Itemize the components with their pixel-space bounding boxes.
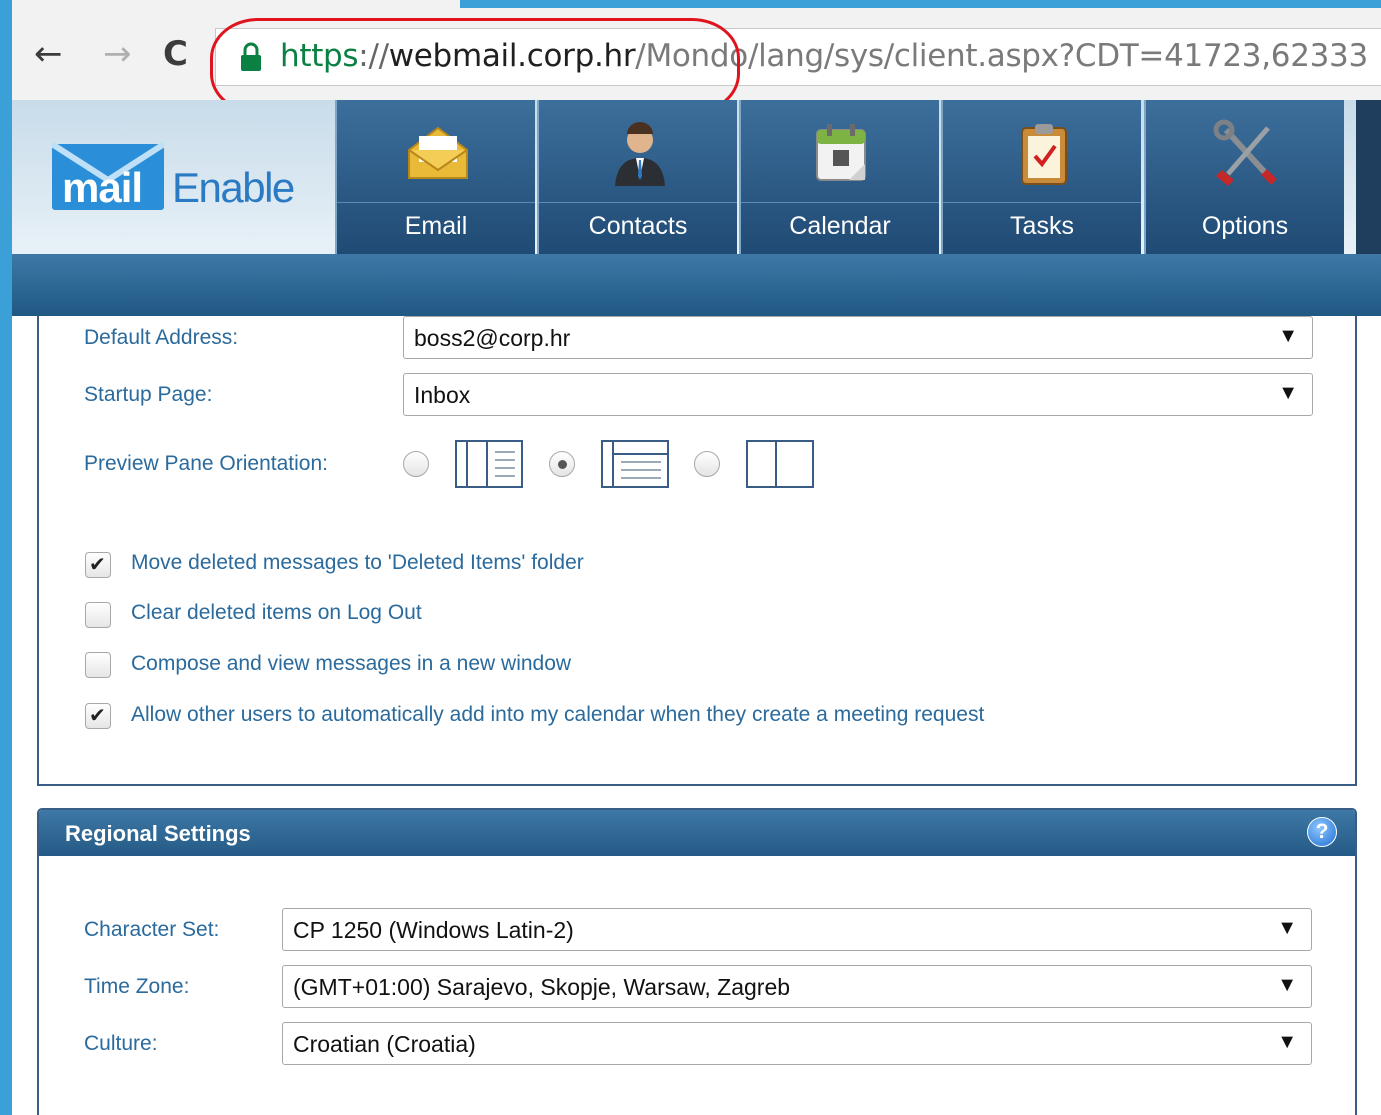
compose-new-window-label: Compose and view messages in a new windo… [131, 652, 572, 675]
culture-label: Culture: [84, 1032, 158, 1055]
dropdown-arrow-icon: ▼ [1278, 382, 1298, 404]
tab-calendar-label: Calendar [789, 212, 891, 240]
regional-settings-panel: Regional Settings ? Character Set: CP 12… [37, 808, 1357, 1115]
regional-settings-header: Regional Settings ? [39, 810, 1355, 856]
back-arrow-icon[interactable]: ← [34, 34, 63, 74]
preview-pane-label: Preview Pane Orientation: [84, 452, 328, 475]
tab-tasks[interactable]: Tasks [941, 100, 1141, 254]
dropdown-arrow-icon: ▼ [1278, 325, 1298, 347]
vertical-split-layout-icon[interactable] [455, 440, 523, 488]
time-zone-label: Time Zone: [84, 975, 190, 998]
tab-email[interactable]: Email [335, 100, 535, 254]
app-header: mail Enable Email Contacts Calendar Task… [12, 100, 1381, 254]
reload-icon[interactable]: C [163, 34, 188, 74]
general-options-panel: Default Address: boss2@corp.hr ▼ Startup… [37, 316, 1357, 786]
logo-mail-text: mail [62, 164, 143, 211]
tab-email-label: Email [404, 212, 468, 240]
forward-arrow-icon[interactable]: → [103, 34, 132, 74]
preview-vertical-radio[interactable] [403, 451, 429, 477]
window-title-strip [460, 0, 1381, 8]
character-set-select[interactable]: CP 1250 (Windows Latin-2) ▼ [282, 908, 1312, 951]
startup-page-value: Inbox [414, 382, 471, 408]
default-address-value: boss2@corp.hr [414, 325, 571, 351]
time-zone-value: (GMT+01:00) Sarajevo, Skopje, Warsaw, Za… [293, 974, 791, 1000]
tab-options[interactable]: Options [1144, 100, 1344, 254]
tab-tasks-label: Tasks [1010, 212, 1074, 240]
url-path: /Mondo/lang/sys/client.aspx?CDT=41723,62… [635, 38, 1368, 74]
window-edge [0, 0, 12, 1115]
clipboard-icon [1021, 124, 1067, 185]
character-set-label: Character Set: [84, 918, 220, 941]
regional-settings-title: Regional Settings [65, 821, 251, 846]
calendar-icon [816, 124, 866, 181]
subheader-band [12, 254, 1381, 316]
tab-contacts-label: Contacts [588, 212, 688, 240]
default-address-select[interactable]: boss2@corp.hr ▼ [403, 316, 1313, 359]
dropdown-arrow-icon: ▼ [1277, 1031, 1297, 1053]
dropdown-arrow-icon: ▼ [1277, 974, 1297, 996]
tab-divider [741, 202, 939, 203]
dropdown-arrow-icon: ▼ [1277, 917, 1297, 939]
tab-divider [337, 202, 535, 203]
logo-enable-text: Enable [172, 164, 295, 211]
person-icon [615, 122, 665, 186]
compose-new-window-checkbox[interactable] [85, 652, 111, 678]
time-zone-select[interactable]: (GMT+01:00) Sarajevo, Skopje, Warsaw, Za… [282, 965, 1312, 1008]
tab-divider [539, 202, 737, 203]
tab-divider [943, 202, 1141, 203]
no-preview-layout-icon[interactable] [746, 440, 814, 488]
startup-page-label: Startup Page: [84, 383, 213, 406]
default-address-label: Default Address: [84, 326, 239, 349]
tab-calendar[interactable]: Calendar [739, 100, 939, 254]
startup-page-select[interactable]: Inbox ▼ [403, 373, 1313, 416]
move-deleted-label: Move deleted messages to 'Deleted Items'… [131, 551, 584, 574]
envelope-icon [408, 126, 468, 179]
clear-deleted-checkbox[interactable] [85, 602, 111, 628]
header-edge [1356, 100, 1381, 254]
preview-none-radio[interactable] [694, 451, 720, 477]
culture-select[interactable]: Croatian (Croatia) ▼ [282, 1022, 1312, 1065]
help-icon[interactable]: ? [1307, 817, 1337, 847]
move-deleted-checkbox[interactable] [85, 552, 111, 578]
allow-calendar-add-checkbox[interactable] [85, 703, 111, 729]
character-set-value: CP 1250 (Windows Latin-2) [293, 917, 574, 943]
tools-icon [1213, 119, 1277, 186]
clear-deleted-label: Clear deleted items on Log Out [131, 601, 422, 624]
allow-calendar-add-label: Allow other users to automatically add i… [131, 703, 985, 726]
preview-horizontal-radio[interactable] [549, 451, 575, 477]
tab-options-label: Options [1201, 212, 1289, 240]
mailenable-logo[interactable]: mail Enable [52, 140, 322, 220]
horizontal-split-layout-icon[interactable] [601, 440, 669, 488]
culture-value: Croatian (Croatia) [293, 1031, 476, 1057]
tab-contacts[interactable]: Contacts [537, 100, 737, 254]
